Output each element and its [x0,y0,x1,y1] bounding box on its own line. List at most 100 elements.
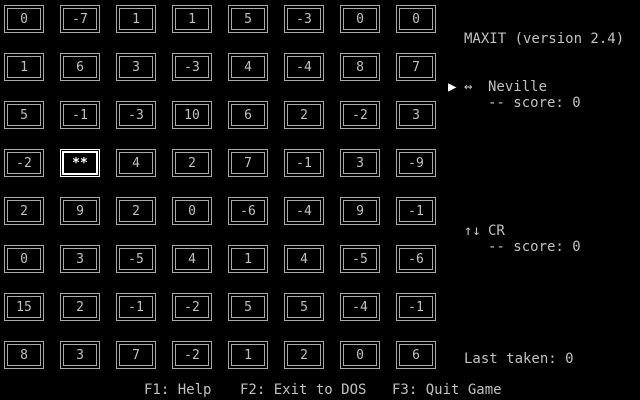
cell-value: 8 [356,59,364,75]
board-cell[interactable]: -1 [396,197,436,225]
board-cell[interactable]: -5 [340,245,380,273]
cell-value: 4 [132,155,140,171]
board-cell[interactable]: 1 [4,53,44,81]
board-cell[interactable]: -4 [284,53,324,81]
board-cell[interactable]: 0 [396,5,436,33]
cell-value: -9 [408,155,424,171]
board-cell[interactable]: 5 [228,293,268,321]
cell-value: -3 [128,107,144,123]
player2-name: CR [488,223,505,239]
board-cell[interactable]: -4 [284,197,324,225]
cell-value: ** [72,155,88,171]
board-cell[interactable]: 2 [172,149,212,177]
board-cell[interactable]: 2 [284,341,324,369]
board-cell[interactable]: -6 [228,197,268,225]
cell-value: -5 [352,251,368,267]
board-cell[interactable]: 2 [60,293,100,321]
board-cell[interactable]: 7 [396,53,436,81]
board-cell[interactable]: -1 [60,101,100,129]
board-cell[interactable]: 4 [284,245,324,273]
cell-value: 8 [20,347,28,363]
board-cell[interactable]: 2 [4,197,44,225]
board-cell[interactable]: -5 [116,245,156,273]
board-cell[interactable]: 3 [60,341,100,369]
board-cell[interactable]: -1 [116,293,156,321]
cell-value: -4 [352,299,368,315]
player1-score: -- score: 0 [488,95,581,111]
board-cell[interactable]: 1 [228,245,268,273]
board-cell[interactable]: 3 [116,53,156,81]
board-cell[interactable]: 3 [396,101,436,129]
board-cell[interactable]: -1 [396,293,436,321]
board-cell[interactable]: 5 [228,5,268,33]
board-cell[interactable]: 0 [4,245,44,273]
cell-value: 2 [300,107,308,123]
cell-value: 0 [356,347,364,363]
board-cell[interactable]: 7 [228,149,268,177]
board-cursor-cell[interactable]: ** [60,149,100,177]
board-cell[interactable]: 4 [116,149,156,177]
cell-value: 3 [412,107,420,123]
cell-value: 2 [76,299,84,315]
cell-value: 2 [132,203,140,219]
board-cell[interactable]: 5 [284,293,324,321]
quit-game-key[interactable]: F3: Quit Game [392,382,502,398]
board-cell[interactable]: 8 [4,341,44,369]
cell-value: -1 [72,107,88,123]
board-cell[interactable]: 7 [116,341,156,369]
board-cell[interactable]: 2 [116,197,156,225]
cell-value: -2 [184,299,200,315]
help-key[interactable]: F1: Help [144,382,211,398]
board-cell[interactable]: 9 [340,197,380,225]
board-cell[interactable]: -6 [396,245,436,273]
cell-value: -1 [408,299,424,315]
board-cell[interactable]: 4 [172,245,212,273]
board-cell[interactable]: 1 [116,5,156,33]
board-cell[interactable]: -2 [172,341,212,369]
board-cell[interactable]: -7 [60,5,100,33]
board-cell[interactable]: 2 [284,101,324,129]
cell-value: 1 [20,59,28,75]
board-cell[interactable]: 5 [4,101,44,129]
board-cell[interactable]: 6 [60,53,100,81]
board-cell[interactable]: 10 [172,101,212,129]
board-cell[interactable]: 0 [4,5,44,33]
board-cell[interactable]: 0 [340,341,380,369]
cell-value: 0 [20,251,28,267]
board-cell[interactable]: -3 [284,5,324,33]
cell-value: -1 [408,203,424,219]
board-cell[interactable]: 3 [60,245,100,273]
board-cell[interactable]: 0 [340,5,380,33]
board-cell[interactable]: 15 [4,293,44,321]
board-cell[interactable]: 9 [60,197,100,225]
board-cell[interactable]: -4 [340,293,380,321]
board-cell[interactable]: 6 [228,101,268,129]
board-cell[interactable]: -2 [4,149,44,177]
board-cell[interactable]: -9 [396,149,436,177]
board-cell[interactable]: 6 [396,341,436,369]
cell-value: 4 [244,59,252,75]
board-cell[interactable]: 8 [340,53,380,81]
board-cell[interactable]: -1 [284,149,324,177]
cell-value: 3 [132,59,140,75]
board-cell[interactable]: -3 [116,101,156,129]
board-cell[interactable]: -3 [172,53,212,81]
cell-value: 4 [188,251,196,267]
board-cell[interactable]: 3 [340,149,380,177]
board-cell[interactable]: 1 [228,341,268,369]
board-cell[interactable]: 0 [172,197,212,225]
cell-value: 9 [356,203,364,219]
game-title: MAXIT (version 2.4) [464,31,625,47]
cell-value: 0 [356,11,364,27]
player2-score: -- score: 0 [488,239,581,255]
board-cell[interactable]: 4 [228,53,268,81]
exit-to-dos-key[interactable]: F2: Exit to DOS [240,382,366,398]
cell-value: -3 [296,11,312,27]
board-cell[interactable]: -2 [340,101,380,129]
board-cell[interactable]: -2 [172,293,212,321]
cell-value: 4 [300,251,308,267]
cell-value: 2 [188,155,196,171]
board-cell[interactable]: 1 [172,5,212,33]
cell-value: 6 [412,347,420,363]
cell-value: -1 [128,299,144,315]
